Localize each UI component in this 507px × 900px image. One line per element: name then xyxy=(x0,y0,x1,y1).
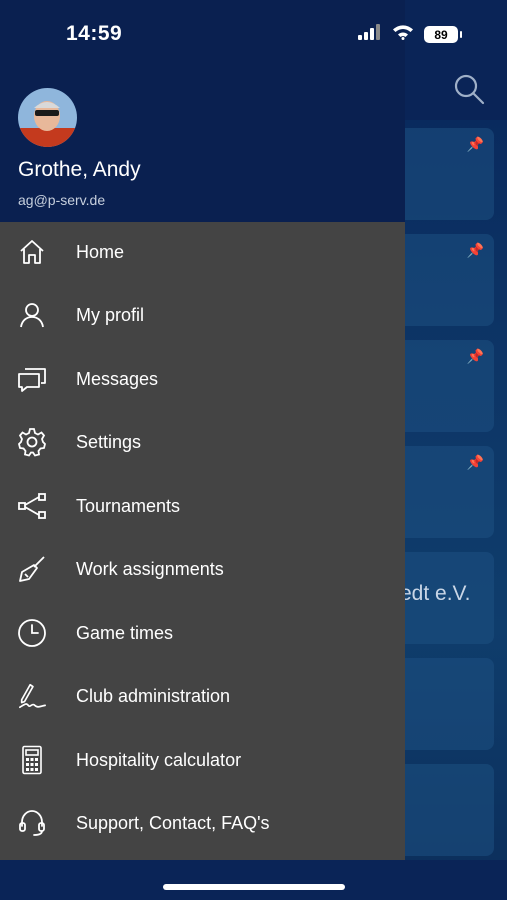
menu-item-home[interactable]: Home xyxy=(0,222,405,282)
navigation-drawer: Grothe, Andy ag@p-serv.de Home My profil… xyxy=(0,0,405,860)
menu-item-messages[interactable]: Messages xyxy=(0,349,405,409)
pin-icon: 📌 xyxy=(466,348,484,364)
gear-icon xyxy=(17,427,47,457)
menu-label: Messages xyxy=(76,368,159,389)
clock-icon xyxy=(17,618,47,648)
menu-item-my-profil[interactable]: My profil xyxy=(0,285,405,345)
cellular-signal-icon xyxy=(358,24,382,45)
user-email: ag@p-serv.de xyxy=(18,192,106,208)
user-icon xyxy=(17,300,47,330)
menu-label: Work assignments xyxy=(76,558,224,579)
menu-label: My profil xyxy=(76,304,145,325)
menu-item-tournaments[interactable]: Tournaments xyxy=(0,476,405,536)
menu-label: Game times xyxy=(76,622,174,643)
search-icon[interactable] xyxy=(452,72,486,106)
messages-icon xyxy=(17,364,47,394)
background-card-text: edt e.V. xyxy=(400,582,471,605)
wifi-icon xyxy=(392,24,414,45)
status-icons: 89 xyxy=(358,24,462,45)
headset-icon xyxy=(17,808,47,838)
menu-label: Hospitality calculator xyxy=(76,749,242,770)
broom-icon xyxy=(17,554,47,584)
user-name: Grothe, Andy xyxy=(18,158,141,181)
menu-item-support-contact-faqs[interactable]: Support, Contact, FAQ's xyxy=(0,793,405,853)
signature-pen-icon xyxy=(17,681,47,711)
menu-label: Club administration xyxy=(76,685,231,706)
avatar[interactable] xyxy=(18,88,77,147)
menu-label: Tournaments xyxy=(76,495,181,516)
pin-icon: 📌 xyxy=(466,454,484,470)
drawer-header: Grothe, Andy ag@p-serv.de xyxy=(0,0,405,222)
share-tree-icon xyxy=(17,491,47,521)
status-time: 14:59 xyxy=(66,22,123,45)
menu-item-work-assignments[interactable]: Work assignments xyxy=(0,539,405,599)
home-icon xyxy=(17,237,47,267)
pin-icon: 📌 xyxy=(466,136,484,152)
menu-item-hospitality-calculator[interactable]: Hospitality calculator xyxy=(0,730,405,790)
pin-icon: 📌 xyxy=(466,242,484,258)
menu-label: Support, Contact, FAQ's xyxy=(76,812,270,833)
battery-indicator: 89 xyxy=(424,26,462,43)
menu-label: Settings xyxy=(76,431,142,452)
menu-item-club-administration[interactable]: Club administration xyxy=(0,666,405,726)
menu-item-settings[interactable]: Settings xyxy=(0,412,405,472)
bottom-bar xyxy=(0,860,507,900)
home-indicator[interactable] xyxy=(163,884,345,890)
menu-label: Home xyxy=(76,241,125,262)
calculator-icon xyxy=(17,745,47,775)
menu-item-game-times[interactable]: Game times xyxy=(0,603,405,663)
